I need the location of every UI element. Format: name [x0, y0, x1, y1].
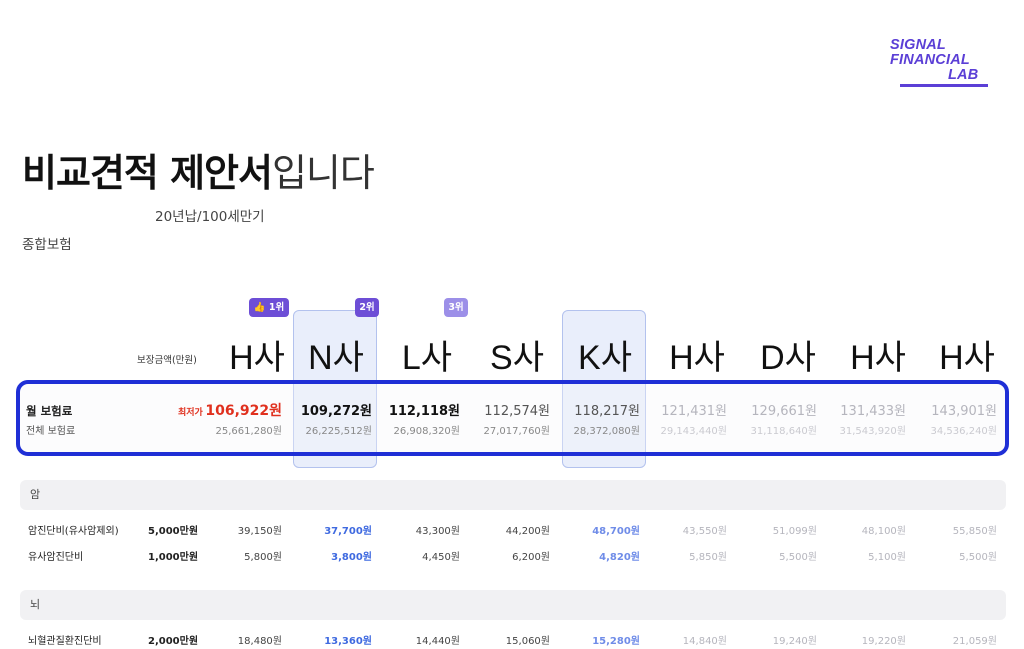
insurance-category: 종합보험	[22, 237, 72, 253]
company-name: D사	[760, 339, 816, 377]
coverage-row-label: 유사암진단비	[28, 552, 84, 563]
plan-term: 20년납/100세만기	[155, 209, 265, 225]
logo-line-2: FINANCIAL	[890, 52, 970, 68]
company-name: N사	[308, 339, 364, 377]
company-name: H사	[939, 339, 995, 377]
section-header-cancer: 암	[20, 480, 1006, 510]
page-title: 비교견적 제안서입니다	[22, 142, 375, 197]
coverage-amount-label: 보장금액(만원)	[137, 355, 197, 366]
section-header-brain: 뇌	[20, 590, 1006, 620]
coverage-row-value: 5,500원	[959, 552, 997, 563]
coverage-row-value: 21,059원	[952, 636, 997, 647]
coverage-row-value: 55,850원	[952, 526, 997, 537]
page-title-bold: 비교견적 제안서	[22, 151, 273, 195]
coverage-row-label: 뇌혈관질환진단비	[28, 636, 102, 647]
monthly-premium-value: 143,901원	[931, 404, 997, 419]
rank-badge-3: 3위	[444, 298, 468, 317]
monthly-premium-label: 월 보험료	[26, 404, 73, 418]
coverage-row-label: 암진단비(유사암제외)	[28, 526, 119, 537]
total-premium-value: 34,536,240원	[930, 426, 997, 437]
rank-badge-2: 2위	[355, 298, 379, 317]
company-name: H사	[669, 339, 725, 377]
company-name: L사	[401, 339, 453, 377]
total-premium-label: 전체 보험료	[26, 426, 76, 437]
company-name: H사	[850, 339, 906, 377]
company-name: S사	[490, 339, 544, 377]
signal-financial-lab-logo: SIGNAL FINANCIAL LAB	[890, 37, 1000, 87]
company-name: K사	[578, 339, 632, 377]
logo-line-3: LAB	[948, 67, 979, 83]
rank-badge-1: 👍 1위	[249, 298, 289, 317]
logo-underline	[900, 84, 988, 87]
page-title-light: 입니다	[271, 151, 375, 195]
logo-line-1: SIGNAL	[890, 37, 946, 53]
